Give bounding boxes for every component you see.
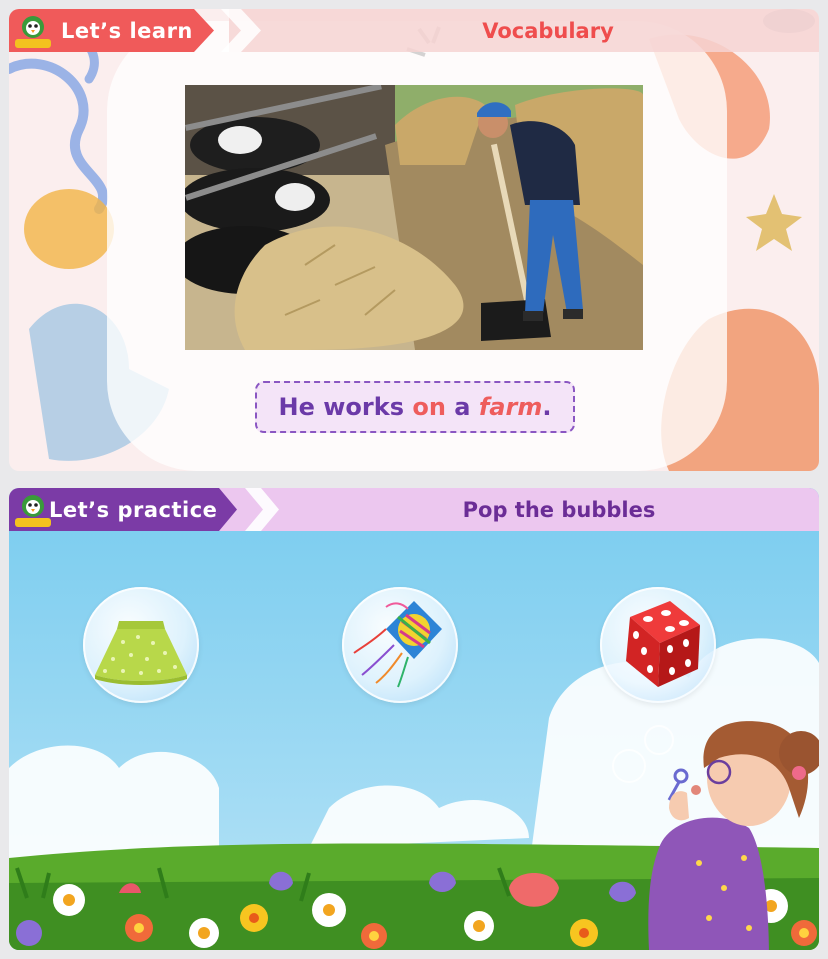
sentence-part-1: He works	[278, 393, 413, 421]
bubble-dice[interactable]	[600, 587, 716, 703]
bubble-skirt[interactable]	[83, 587, 199, 703]
vocabulary-sentence: He works on a farm.	[255, 381, 575, 433]
kite-icon	[353, 601, 442, 688]
meadow-scenery	[9, 488, 819, 950]
sentence-period: .	[542, 393, 552, 421]
learn-title: Vocabulary	[482, 18, 614, 43]
practice-title: Pop the bubbles	[462, 497, 656, 522]
bubble-kite[interactable]	[342, 587, 458, 703]
sentence-highlight-on: on	[412, 393, 446, 421]
sentence-part-3: a	[445, 393, 479, 421]
practice-badge: Let’s practice	[9, 488, 241, 531]
chip-chip-logo-icon	[15, 495, 51, 527]
dice-icon	[626, 601, 700, 687]
farm-photo	[185, 85, 643, 350]
skirt-icon	[95, 621, 187, 685]
learn-header: Let’s learn Vocabulary	[9, 9, 819, 52]
chip-chip-logo-icon	[15, 16, 51, 48]
practice-header: Let’s practice Pop the bubbles	[9, 488, 819, 531]
sentence-highlight-farm: farm	[478, 393, 543, 421]
learn-badge: Let’s learn	[9, 9, 217, 52]
learn-panel: Let’s learn Vocabulary He works on a far…	[9, 9, 819, 471]
practice-panel: Let’s practice Pop the bubbles	[9, 488, 819, 950]
